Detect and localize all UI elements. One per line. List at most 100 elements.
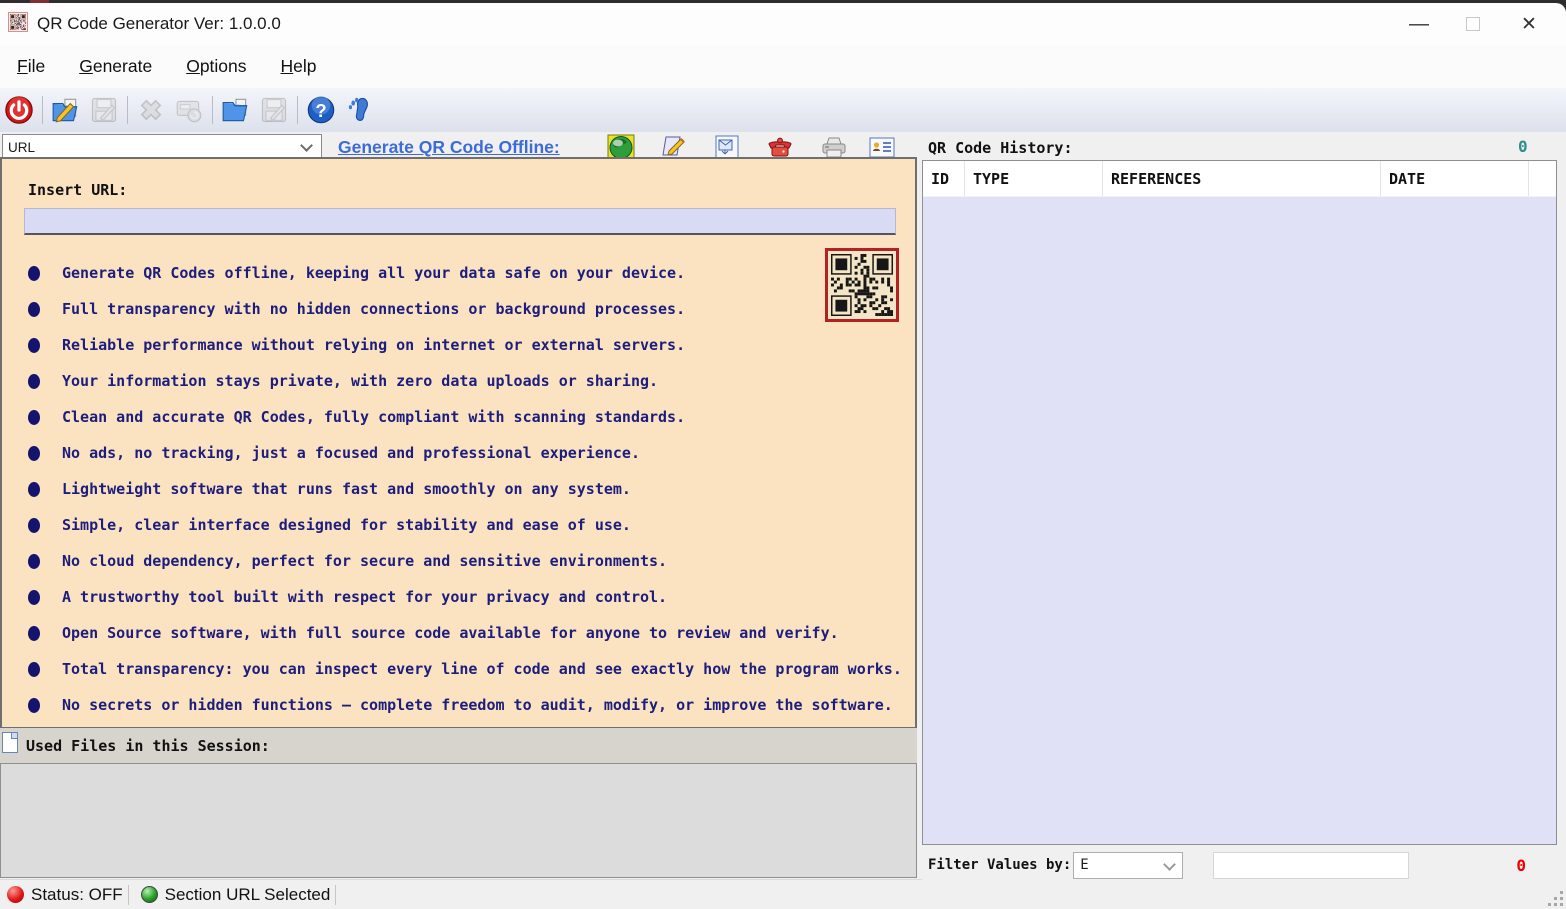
power-icon — [4, 95, 34, 125]
menu-file[interactable]: File — [0, 56, 62, 77]
open-folder-button[interactable] — [217, 93, 255, 127]
open-edit-button[interactable] — [47, 93, 85, 127]
bullet-icon — [28, 698, 40, 713]
list-item: Clean and accurate QR Codes, fully compl… — [24, 399, 902, 435]
statusbar-separator — [128, 885, 129, 905]
help-icon: ? — [306, 95, 336, 125]
resize-grip[interactable] — [1547, 890, 1563, 906]
menu-generate[interactable]: Generate — [62, 56, 169, 77]
filter-label: Filter Values by: — [928, 857, 1071, 873]
toolbar-separator — [297, 96, 298, 124]
delete-icon — [136, 95, 166, 125]
toolbar-separator — [212, 96, 213, 124]
list-item: Full transparency with no hidden connect… — [24, 291, 902, 327]
bullet-icon — [28, 338, 40, 353]
open-edit-icon — [51, 95, 81, 125]
column-header-spare[interactable] — [1529, 161, 1555, 196]
save-as-button[interactable] — [255, 93, 293, 127]
bullet-icon — [28, 626, 40, 641]
bullet-icon — [28, 410, 40, 425]
used-files-header: Used Files in this Session: — [0, 728, 917, 763]
section-selected-icon — [141, 886, 158, 903]
list-item: A trustworthy tool built with respect fo… — [24, 579, 902, 615]
column-header-references[interactable]: REFERENCES — [1103, 161, 1381, 196]
list-item: No ads, no tracking, just a focused and … — [24, 435, 902, 471]
list-item: Total transparency: you can inspect ever… — [24, 651, 902, 687]
status-text: Status: OFF — [31, 885, 123, 905]
column-header-id[interactable]: ID — [923, 161, 965, 196]
menubar: File Generate Options Help — [0, 45, 1566, 88]
window-title: QR Code Generator Ver: 1.0.0.0 — [37, 14, 281, 34]
history-table: ID TYPE REFERENCES DATE — [922, 160, 1557, 845]
filter-combo-value: E — [1080, 857, 1088, 873]
bullet-icon — [28, 518, 40, 533]
statusbar-separator — [335, 885, 336, 905]
offline-generator-panel: Insert URL: Generate QR Codes offline, k… — [0, 157, 917, 728]
section-text: Section URL Selected — [165, 885, 331, 905]
filter-value-input[interactable] — [1213, 852, 1409, 879]
card-reader-button[interactable] — [170, 93, 208, 127]
bullet-icon — [28, 554, 40, 569]
close-button[interactable]: ✕ — [1506, 3, 1552, 45]
list-item: Generate QR Codes offline, keeping all y… — [24, 255, 902, 291]
maximize-button[interactable] — [1450, 3, 1496, 45]
open-folder-icon — [221, 95, 251, 125]
help-button[interactable]: ? — [302, 93, 340, 127]
svg-text:?: ? — [315, 100, 326, 121]
filter-count: 0 — [1516, 856, 1526, 875]
save-button[interactable] — [85, 93, 123, 127]
minimize-button[interactable]: — — [1396, 3, 1442, 45]
titlebar: QR Code Generator Ver: 1.0.0.0 — ✕ — [0, 3, 1566, 45]
history-list-area[interactable] — [923, 197, 1556, 844]
statusbar: Status: OFF Section URL Selected — [0, 879, 1566, 909]
minimize-icon: — — [1409, 13, 1429, 36]
used-files-label: Used Files in this Session: — [26, 737, 270, 755]
menu-options[interactable]: Options — [169, 56, 263, 77]
save-as-icon — [259, 95, 289, 125]
bullet-icon — [28, 302, 40, 317]
column-header-date[interactable]: DATE — [1381, 161, 1529, 196]
toolbar-separator — [42, 96, 43, 124]
menu-help[interactable]: Help — [264, 56, 334, 77]
gnome-foot-icon — [344, 95, 374, 125]
bullet-icon — [28, 590, 40, 605]
toolbar: ? — [0, 88, 1566, 132]
feature-list: Generate QR Codes offline, keeping all y… — [24, 255, 902, 723]
chevron-down-icon — [300, 139, 313, 152]
used-files-list[interactable] — [0, 763, 917, 878]
list-item: Simple, clear interface designed for sta… — [24, 507, 902, 543]
filter-combobox[interactable]: E — [1073, 852, 1183, 879]
chevron-down-icon — [1163, 858, 1176, 871]
list-item: Open Source software, with full source c… — [24, 615, 902, 651]
list-item: Reliable performance without relying on … — [24, 327, 902, 363]
save-icon — [89, 95, 119, 125]
url-input[interactable] — [24, 208, 896, 235]
bullet-icon — [28, 374, 40, 389]
list-item: Lightweight software that runs fast and … — [24, 471, 902, 507]
insert-url-label: Insert URL: — [28, 181, 127, 199]
bullet-icon — [28, 662, 40, 677]
maximize-icon — [1466, 17, 1480, 31]
list-item: Your information stays private, with zer… — [24, 363, 902, 399]
generate-offline-link[interactable]: Generate QR Code Offline: — [338, 137, 560, 158]
file-icon — [2, 732, 18, 753]
history-table-header: ID TYPE REFERENCES DATE — [923, 161, 1556, 197]
list-item: No secrets or hidden functions — complet… — [24, 687, 902, 723]
status-off-icon — [7, 886, 24, 903]
gnome-foot-button[interactable] — [340, 93, 378, 127]
toolbar-separator — [127, 96, 128, 124]
filter-row: Filter Values by: E 0 — [922, 848, 1566, 882]
history-count: 0 — [1518, 137, 1528, 156]
app-window: QR Code Generator Ver: 1.0.0.0 — ✕ File … — [0, 0, 1566, 909]
list-item: No cloud dependency, perfect for secure … — [24, 543, 902, 579]
card-reader-icon — [174, 95, 204, 125]
close-icon: ✕ — [1521, 13, 1537, 36]
bullet-icon — [28, 266, 40, 281]
delete-button[interactable] — [132, 93, 170, 127]
bullet-icon — [28, 446, 40, 461]
app-qr-icon — [8, 12, 28, 32]
url-combo-value: URL — [8, 140, 35, 155]
bullet-icon — [28, 482, 40, 497]
column-header-type[interactable]: TYPE — [965, 161, 1103, 196]
power-button[interactable] — [0, 93, 38, 127]
